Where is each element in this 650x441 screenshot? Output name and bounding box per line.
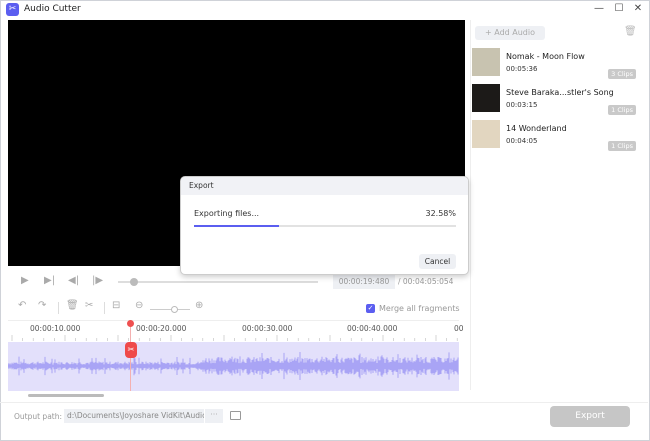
merge-label: Merge all fragments: [379, 304, 460, 313]
minimize-button[interactable]: —: [592, 2, 606, 16]
window-title: Audio Cutter: [24, 4, 81, 14]
redo-icon[interactable]: ↷: [38, 300, 46, 311]
media-name: Steve Baraka...stler's Song: [506, 88, 614, 97]
play-icon[interactable]: ▶: [21, 275, 29, 286]
clips-badge: 1 Clips: [608, 105, 636, 115]
total-time: / 00:04:05:054: [398, 277, 454, 286]
media-item[interactable]: Steve Baraka...stler's Song 00:03:15 1 C…: [472, 84, 637, 118]
timeline-scrollbar[interactable]: [28, 394, 104, 397]
thumbnail: [472, 120, 500, 148]
previous-frame-icon[interactable]: ◀|: [68, 275, 79, 286]
export-status: Exporting files...: [194, 209, 260, 218]
waveform-path: [7, 352, 459, 380]
media-name: 14 Wonderland: [506, 124, 567, 133]
tick-label: 00:00:40.000: [347, 324, 398, 333]
fit-timeline-icon[interactable]: ⊟: [112, 300, 120, 311]
zoom-slider-handle[interactable]: [171, 306, 178, 313]
undo-icon[interactable]: ↶: [18, 300, 26, 311]
clips-badge: 1 Clips: [608, 141, 636, 151]
zoom-slider[interactable]: [150, 309, 190, 310]
export-dialog: Export Exporting files... 32.58% Cancel: [180, 176, 469, 275]
export-percent: 32.58%: [425, 209, 456, 218]
cut-icon[interactable]: ✂: [85, 300, 93, 311]
merge-fragments-checkbox[interactable]: ✓ Merge all fragments: [366, 304, 460, 313]
seek-handle[interactable]: [130, 278, 138, 286]
current-time-field[interactable]: 00:00:19:480: [333, 275, 395, 289]
media-name: Nomak - Moon Flow: [506, 52, 585, 61]
cancel-button[interactable]: Cancel: [419, 254, 456, 269]
dialog-title: Export: [181, 177, 468, 195]
export-progress-bar: [194, 225, 456, 227]
browse-button[interactable]: ···: [205, 409, 223, 423]
media-duration: 00:05:36: [506, 65, 538, 73]
divider: [58, 302, 59, 314]
media-item[interactable]: Nomak - Moon Flow 00:05:36 3 Clips: [472, 48, 637, 82]
zoom-out-icon[interactable]: ⊖: [135, 300, 143, 311]
add-audio-button[interactable]: + Add Audio: [475, 26, 545, 40]
delete-icon[interactable]: 🗑: [66, 300, 79, 311]
thumbnail: [472, 48, 500, 76]
tick-label: 00:00:20.000: [136, 324, 187, 333]
media-item[interactable]: 14 Wonderland 00:04:05 1 Clips: [472, 120, 637, 154]
tick-label: 00: [454, 324, 464, 333]
media-duration: 00:04:05: [506, 137, 538, 145]
title-bar: ✂ Audio Cutter — ☐ ✕: [0, 0, 648, 19]
playhead-marker[interactable]: [127, 320, 134, 327]
tick-label: 00:00:30.000: [242, 324, 293, 333]
maximize-button[interactable]: ☐: [612, 2, 626, 16]
split-scissors-icon[interactable]: ✂: [125, 342, 137, 358]
app-logo-icon: ✂: [6, 3, 19, 16]
timeline-ruler[interactable]: 00:00:10.000 00:00:20.000 00:00:30.000 0…: [8, 320, 464, 342]
close-button[interactable]: ✕: [631, 2, 645, 16]
open-folder-icon[interactable]: [230, 411, 241, 420]
zoom-in-icon[interactable]: ⊕: [195, 300, 203, 311]
media-duration: 00:03:15: [506, 101, 538, 109]
output-path-label: Output path:: [14, 412, 63, 421]
thumbnail: [472, 84, 500, 112]
checkbox-checked-icon[interactable]: ✓: [366, 304, 375, 313]
clips-badge: 3 Clips: [608, 69, 636, 79]
export-button[interactable]: Export: [550, 406, 630, 427]
seek-bar[interactable]: [118, 281, 318, 283]
tick-label: 00:00:10.000: [30, 324, 81, 333]
output-path-field[interactable]: d:\Documents\Joyoshare VidKit\Audio: [64, 409, 204, 423]
next-frame-icon[interactable]: |▶: [92, 275, 103, 286]
play-segment-icon[interactable]: ▶|: [44, 275, 55, 286]
audio-waveform[interactable]: [7, 342, 459, 391]
export-progress-fill: [194, 225, 280, 227]
clear-list-trash-icon[interactable]: 🗑: [624, 26, 637, 37]
divider: [104, 302, 105, 314]
